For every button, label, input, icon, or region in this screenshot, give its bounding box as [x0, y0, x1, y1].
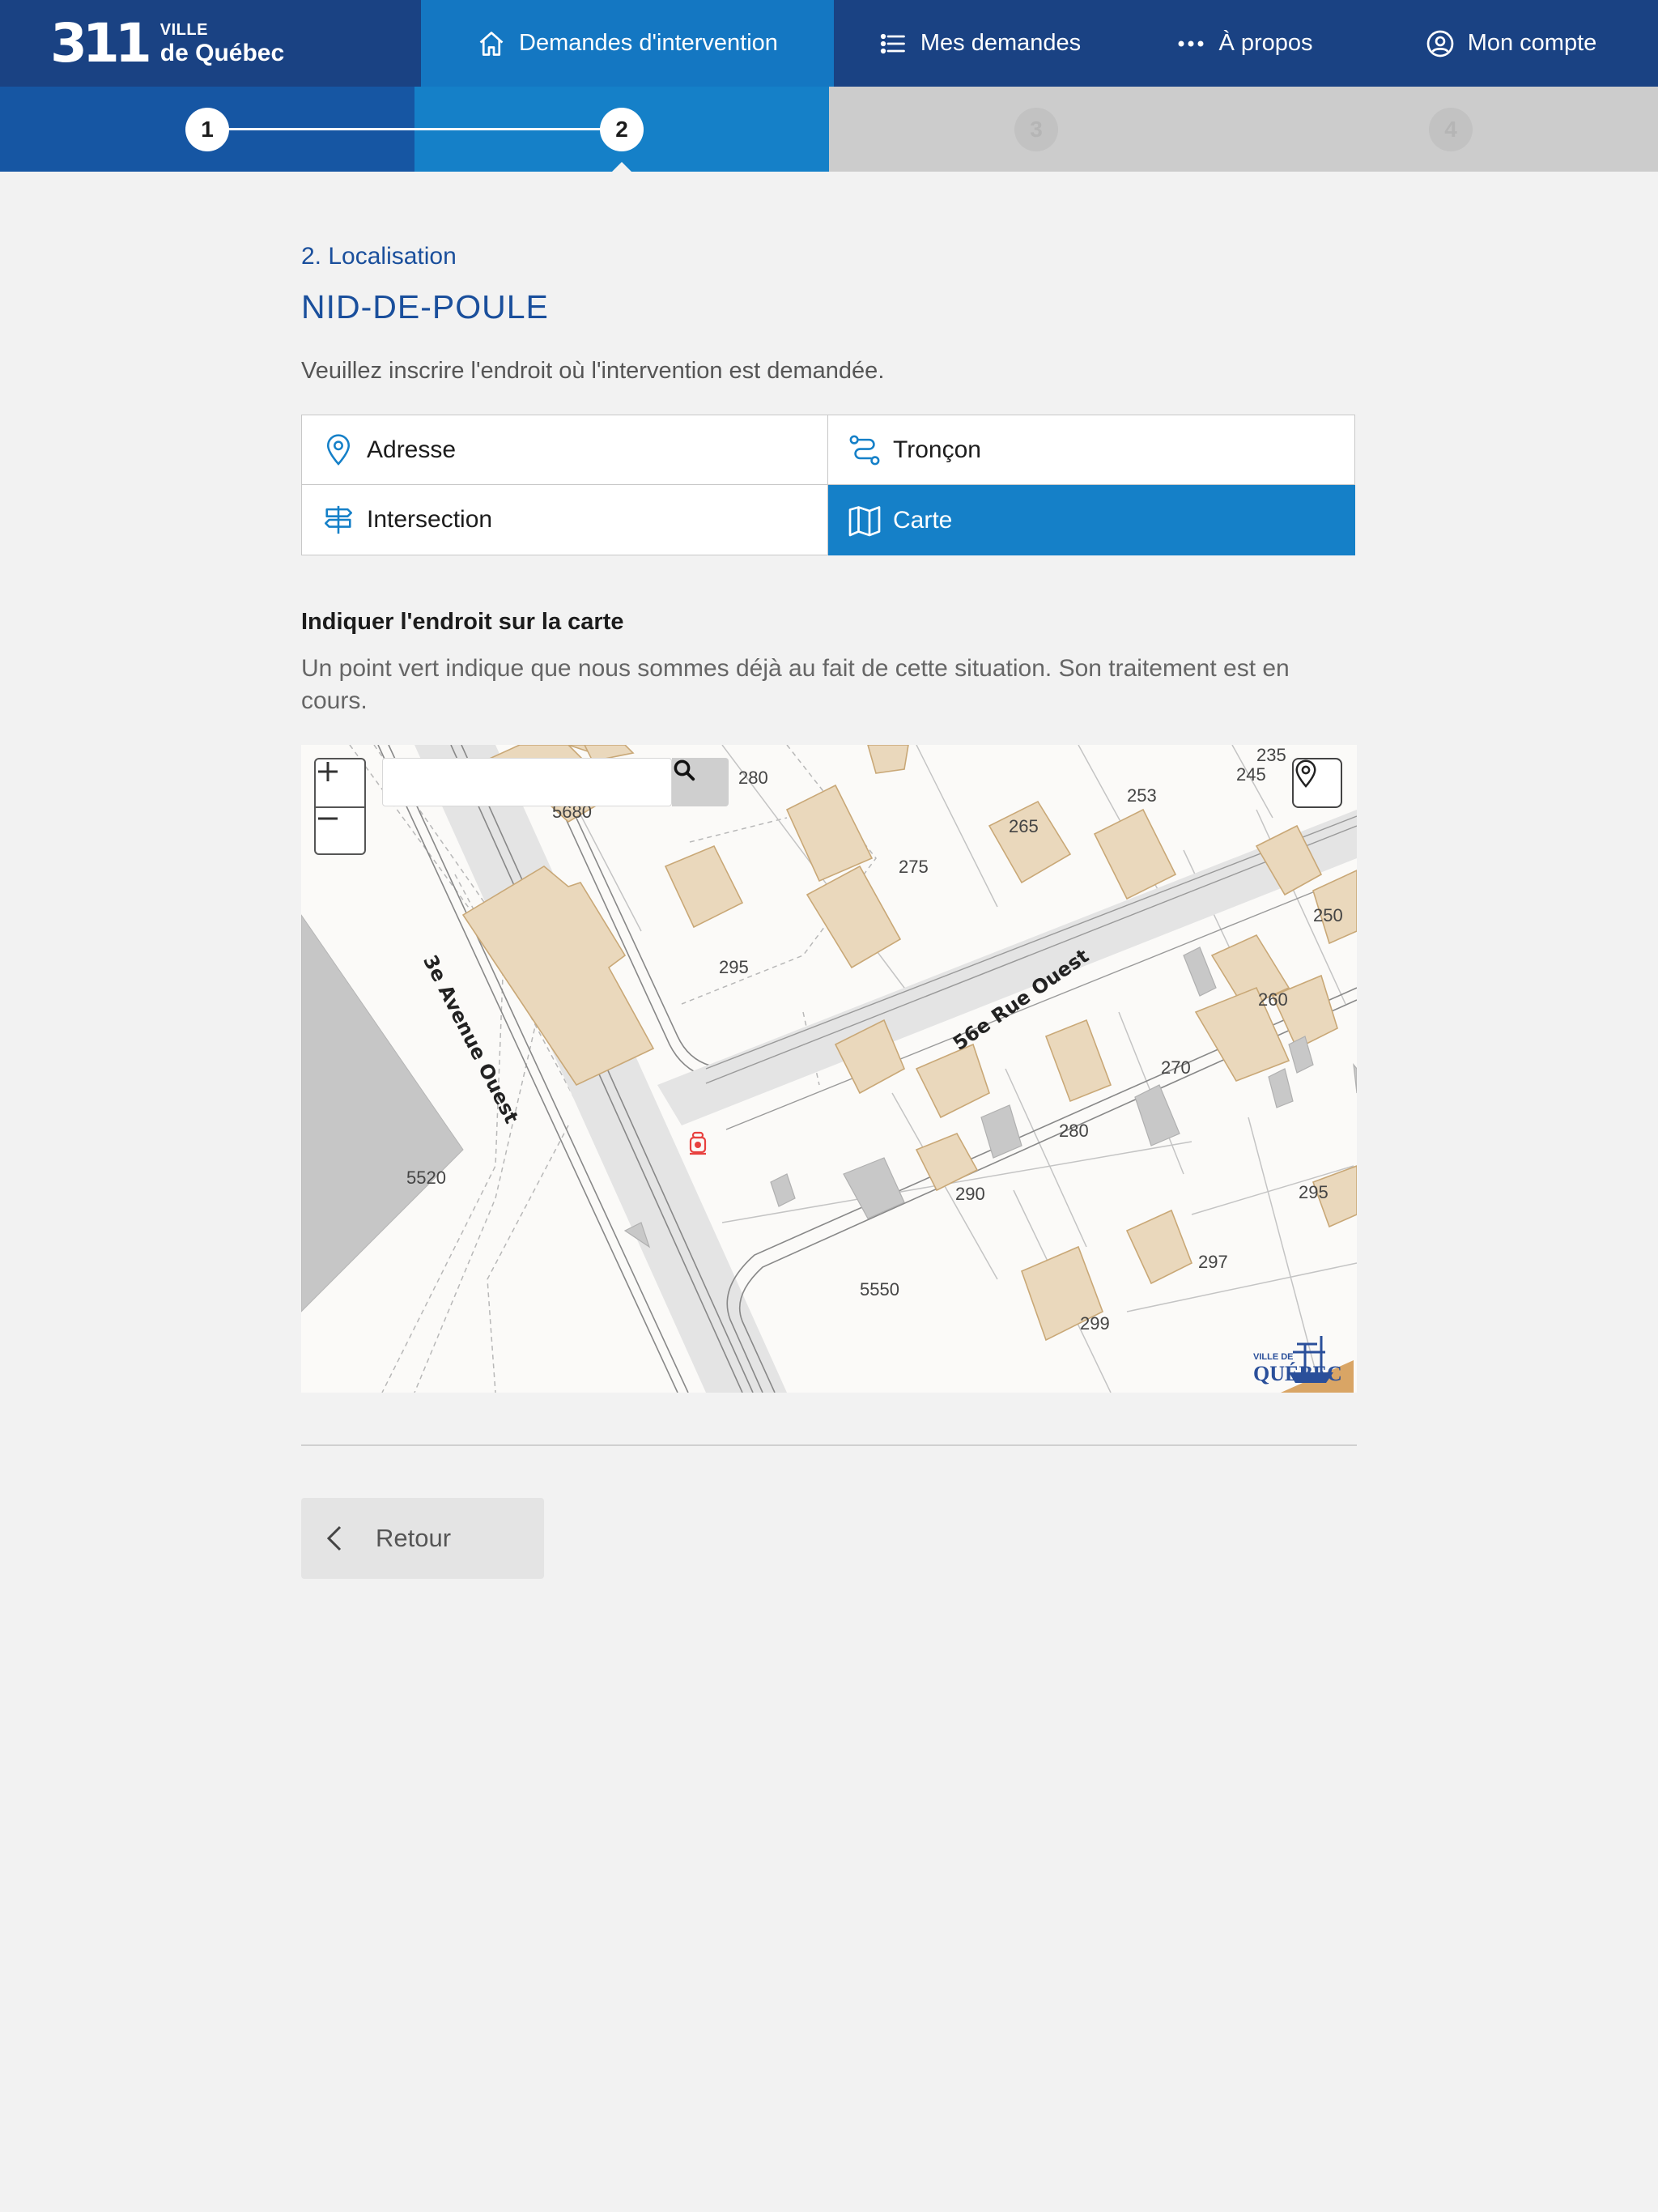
- civic-number: 275: [899, 857, 929, 877]
- step-1[interactable]: 1: [185, 108, 229, 151]
- civic-number: 260: [1258, 989, 1288, 1010]
- logo-311-ville-de-quebec[interactable]: 311 VILLE de Québec: [0, 0, 421, 87]
- tab-carte-label: Carte: [893, 506, 953, 534]
- user-account-icon: [1426, 29, 1455, 58]
- map-tiles: [301, 745, 1357, 1393]
- step-2: 2: [600, 108, 644, 151]
- location-method-tabs: Adresse Tronçon Intersection Carte: [301, 415, 1355, 555]
- civic-number: 297: [1198, 1252, 1228, 1272]
- step-segment-remaining: [829, 87, 1658, 172]
- map-pin-icon: [320, 433, 357, 466]
- nav-mes-demandes[interactable]: Mes demandes: [834, 0, 1125, 87]
- nav-mon-compte[interactable]: Mon compte: [1364, 0, 1658, 87]
- search-icon: [674, 759, 695, 781]
- nav-demandes-intervention[interactable]: Demandes d'intervention: [421, 0, 834, 87]
- civic-number: 265: [1009, 816, 1039, 836]
- step-4: 4: [1429, 108, 1473, 151]
- nav-mon-compte-label: Mon compte: [1467, 30, 1597, 56]
- tab-troncon-label: Tronçon: [893, 436, 981, 463]
- back-button[interactable]: Retour: [301, 1498, 544, 1579]
- divider: [301, 1444, 1357, 1446]
- tab-adresse[interactable]: Adresse: [302, 415, 828, 485]
- zoom-control: [314, 758, 366, 855]
- current-step-indicator: [612, 162, 631, 172]
- tab-intersection[interactable]: Intersection: [302, 485, 828, 555]
- civic-number: 253: [1127, 785, 1157, 806]
- civic-number: 5520: [406, 1168, 446, 1188]
- signpost-icon: [320, 504, 357, 536]
- map-search-input[interactable]: [382, 758, 672, 806]
- civic-number: 270: [1161, 1057, 1191, 1078]
- civic-number: 280: [1059, 1121, 1089, 1141]
- back-button-label: Retour: [376, 1524, 452, 1552]
- section-label: 2. Localisation: [301, 243, 457, 270]
- plus-icon: [318, 762, 338, 781]
- chevron-left-icon: [325, 1524, 343, 1553]
- home-icon: [477, 29, 506, 58]
- nav-a-propos-label: À propos: [1218, 30, 1313, 56]
- logo-city: de Québec: [159, 39, 285, 66]
- top-navigation: 311 VILLE de Québec Demandes d'intervent…: [0, 0, 1658, 87]
- civic-number: 295: [1299, 1182, 1329, 1202]
- list-icon: [878, 29, 908, 58]
- civic-number: 250: [1313, 905, 1343, 925]
- watermark-ville-de: VILLE DE: [1253, 1352, 1294, 1362]
- map-locate-button[interactable]: [1292, 758, 1342, 808]
- civic-number: 235: [1256, 745, 1286, 765]
- civic-number: 299: [1080, 1313, 1110, 1334]
- location-pin-icon: [1295, 759, 1316, 788]
- map-search-button[interactable]: [672, 758, 729, 806]
- civic-number: 5550: [860, 1279, 899, 1300]
- logo-text: VILLE de Québec: [160, 22, 284, 66]
- page-title: NID-DE-POULE: [301, 288, 549, 325]
- instruction-text: Veuillez inscrire l'endroit où l'interve…: [301, 358, 885, 384]
- logo-ville: VILLE: [159, 20, 208, 39]
- step-connector: [207, 128, 622, 130]
- step-3: 3: [1014, 108, 1058, 151]
- zoom-in-button[interactable]: [316, 759, 364, 808]
- logo-number: 311: [50, 11, 152, 74]
- minus-icon: [318, 817, 338, 820]
- civic-number: 280: [738, 768, 768, 788]
- map-watermark: VILLE DE QUÉBEC: [1248, 1328, 1354, 1393]
- tab-adresse-label: Adresse: [367, 436, 457, 463]
- nav-demandes-label: Demandes d'intervention: [519, 30, 778, 56]
- civic-number: 290: [955, 1184, 985, 1204]
- progress-stepper: 1 2 3 4: [0, 87, 1658, 172]
- nav-a-propos[interactable]: À propos: [1125, 0, 1364, 87]
- map-note: Un point vert indique que nous sommes dé…: [301, 655, 1290, 714]
- tab-carte[interactable]: Carte: [828, 485, 1355, 555]
- civic-number: 295: [719, 957, 749, 977]
- map-canvas[interactable]: 3e Avenue Ouest 56e Rue Ouest 280 5680 2…: [301, 745, 1357, 1393]
- route-segment-icon: [846, 434, 883, 466]
- tab-intersection-label: Intersection: [367, 506, 493, 533]
- watermark-quebec: QUÉBEC: [1253, 1362, 1342, 1385]
- folded-map-icon: [846, 504, 883, 537]
- tab-troncon[interactable]: Tronçon: [828, 415, 1354, 485]
- civic-number: 245: [1236, 764, 1266, 785]
- nav-mes-demandes-label: Mes demandes: [920, 30, 1082, 56]
- more-dots-icon: [1176, 39, 1205, 49]
- map-heading: Indiquer l'endroit sur la carte: [301, 609, 624, 635]
- zoom-out-button[interactable]: [316, 806, 364, 853]
